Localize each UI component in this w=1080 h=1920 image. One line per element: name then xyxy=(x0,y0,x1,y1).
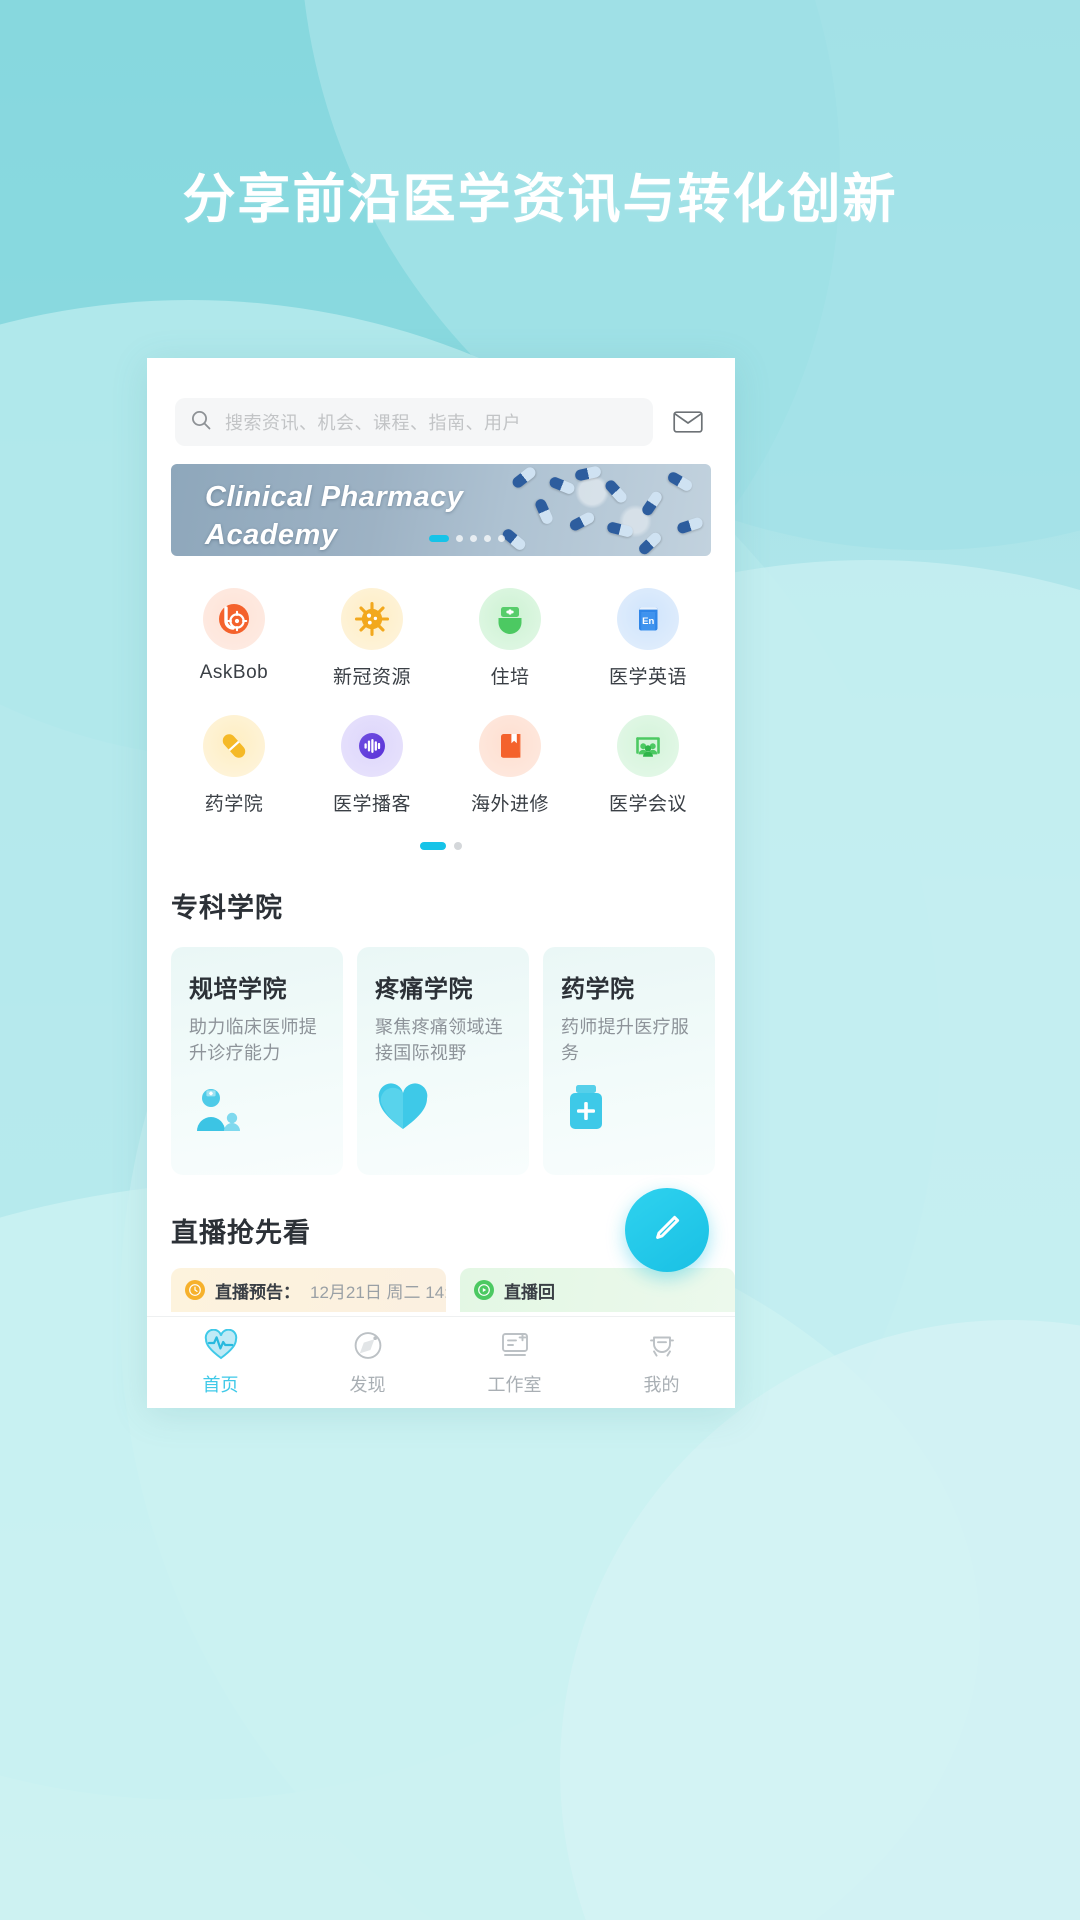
quick-entry-label: 医学英语 xyxy=(608,667,687,688)
search-placeholder: 搜索资讯、机会、课程、指南、用户 xyxy=(225,413,521,433)
search-icon xyxy=(189,408,213,437)
medicine-bottle-icon xyxy=(561,1082,613,1137)
tab-label: 我的 xyxy=(643,1374,680,1395)
specialty-card-title: 疼痛学院 xyxy=(375,976,473,1003)
podcast-waveform-icon xyxy=(341,715,403,777)
quick-entry-label: 药学院 xyxy=(204,794,264,815)
heart-pulse-icon xyxy=(204,1328,238,1365)
quick-entry-pharmacy[interactable]: 药学院 xyxy=(165,705,303,826)
compose-pencil-icon xyxy=(647,1208,687,1253)
english-book-icon: En xyxy=(617,588,679,650)
grid-dot[interactable] xyxy=(454,842,462,850)
tab-home[interactable]: 首页 xyxy=(147,1317,294,1408)
quick-entry-conference[interactable]: 医学会议 xyxy=(579,705,717,826)
grid-pagination[interactable] xyxy=(147,826,735,850)
banner-title-line2: Academy xyxy=(205,519,338,552)
banner-title: Clinical Pharmacy Academy xyxy=(205,478,463,555)
bookmark-book-icon xyxy=(479,715,541,777)
quick-entry-label: 新冠资源 xyxy=(332,667,411,688)
quick-entry-label: 住培 xyxy=(490,667,530,688)
specialty-card-title: 规培学院 xyxy=(189,976,287,1003)
specialty-card-desc: 聚焦疼痛领域连接国际视野 xyxy=(375,1017,504,1064)
bottom-tab-bar: 首页 发现 工作室 我的 xyxy=(147,1316,735,1408)
banner-dot[interactable] xyxy=(484,535,491,542)
quick-entry-covid[interactable]: 新冠资源 xyxy=(303,578,441,699)
live-card[interactable]: 直播预告： 12月21日 周二 14:00 UTC+8 xyxy=(171,1268,446,1312)
quick-entry-grid: AskBob 新冠资源 住培 En 医学英语 药学院 医学播客 海外进修 医学会… xyxy=(147,556,735,826)
phone-mockup: 搜索资讯、机会、课程、指南、用户 Clinical Pharmacy Acade… xyxy=(147,358,735,1408)
tab-workspace[interactable]: 工作室 xyxy=(441,1317,588,1408)
live-card-time: 12月21日 周二 14:00 UTC+8 xyxy=(310,1282,446,1302)
specialty-card-desc: 药师提升医疗服务 xyxy=(561,1017,690,1064)
english-badge-text: En xyxy=(642,616,654,627)
capsule-pill-icon xyxy=(203,715,265,777)
live-card[interactable]: 直播回 xyxy=(460,1268,735,1312)
banner-dot[interactable] xyxy=(429,535,449,542)
tab-profile[interactable]: 我的 xyxy=(588,1317,735,1408)
tab-label: 工作室 xyxy=(487,1374,542,1395)
quick-entry-label: 医学播客 xyxy=(332,794,411,815)
banner-title-line1: Clinical Pharmacy xyxy=(205,481,464,513)
banner-pagination[interactable] xyxy=(429,535,505,542)
mail-icon[interactable] xyxy=(669,403,707,441)
banner-dot[interactable] xyxy=(456,535,463,542)
banner-dot[interactable] xyxy=(498,535,505,542)
compose-fab-button[interactable] xyxy=(625,1188,709,1272)
nurse-cap-icon xyxy=(479,588,541,650)
doctor-avatar-icon xyxy=(189,1084,247,1137)
live-card-label: 直播预告： xyxy=(215,1282,300,1302)
specialty-card[interactable]: 药学院 药师提升医疗服务 xyxy=(543,947,715,1175)
tab-label: 首页 xyxy=(202,1374,239,1395)
virus-icon xyxy=(341,588,403,650)
specialty-section-title: 专科学院 xyxy=(171,893,283,923)
quick-entry-askbob[interactable]: AskBob xyxy=(165,578,303,699)
promo-banner[interactable]: Clinical Pharmacy Academy xyxy=(171,464,711,556)
quick-entry-label: AskBob xyxy=(199,662,269,683)
clock-icon xyxy=(185,1280,205,1300)
banner-dot[interactable] xyxy=(470,535,477,542)
workspace-icon xyxy=(499,1329,531,1365)
heart-icon xyxy=(375,1082,431,1137)
replay-icon xyxy=(474,1280,494,1300)
profile-mask-icon xyxy=(646,1329,678,1365)
conference-people-icon xyxy=(617,715,679,777)
specialty-card[interactable]: 规培学院 助力临床医师提升诊疗能力 xyxy=(171,947,343,1175)
tab-discover[interactable]: 发现 xyxy=(294,1317,441,1408)
quick-entry-label: 医学会议 xyxy=(608,794,687,815)
quick-entry-label: 海外进修 xyxy=(470,794,549,815)
grid-dot[interactable] xyxy=(420,842,446,850)
specialty-card-title: 药学院 xyxy=(561,976,635,1003)
quick-entry-overseas[interactable]: 海外进修 xyxy=(441,705,579,826)
tab-label: 发现 xyxy=(349,1374,386,1395)
live-card-label: 直播回 xyxy=(504,1282,555,1302)
quick-entry-residency[interactable]: 住培 xyxy=(441,578,579,699)
quick-entry-medical-english[interactable]: En 医学英语 xyxy=(579,578,717,699)
search-input[interactable]: 搜索资讯、机会、课程、指南、用户 xyxy=(175,398,653,446)
hero-headline: 分享前沿医学资讯与转化创新 xyxy=(182,170,898,229)
specialty-card-list: 规培学院 助力临床医师提升诊疗能力 疼痛学院 聚焦疼痛领域连接国际视野 药学院 … xyxy=(147,925,735,1175)
specialty-card[interactable]: 疼痛学院 聚焦疼痛领域连接国际视野 xyxy=(357,947,529,1175)
compass-icon xyxy=(352,1329,384,1365)
specialty-card-desc: 助力临床医师提升诊疗能力 xyxy=(189,1017,318,1064)
quick-entry-podcast[interactable]: 医学播客 xyxy=(303,705,441,826)
askbob-target-icon xyxy=(203,588,265,650)
search-row: 搜索资讯、机会、课程、指南、用户 xyxy=(147,358,735,446)
